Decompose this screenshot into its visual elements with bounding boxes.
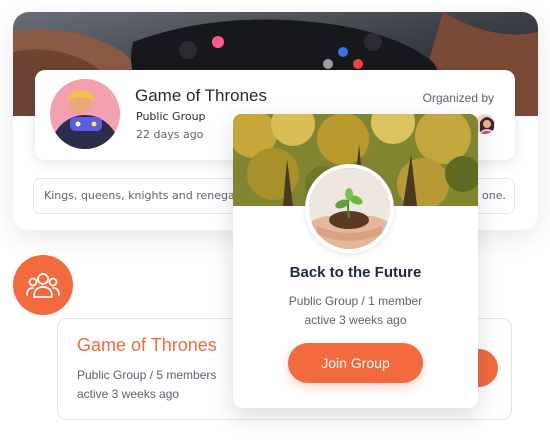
organized-by-label: Organized by bbox=[422, 91, 494, 105]
join-group-button[interactable]: Join Group bbox=[288, 343, 423, 383]
group-badge bbox=[13, 255, 73, 315]
group-type: Public Group bbox=[136, 110, 206, 123]
group-popup-card: Back to the Future Public Group / 1 memb… bbox=[233, 114, 478, 408]
bottom-group-activity: active 3 weeks ago bbox=[77, 387, 180, 401]
bottom-group-title[interactable]: Game of Thrones bbox=[77, 335, 217, 356]
organizer-avatar-icon bbox=[475, 114, 495, 134]
plant-hands-icon bbox=[309, 168, 390, 249]
bottom-group-meta: Public Group / 5 members bbox=[77, 368, 217, 382]
group-avatar bbox=[50, 79, 120, 149]
group-icon bbox=[26, 273, 60, 298]
popup-group-meta: Public Group / 1 member bbox=[288, 294, 423, 308]
popup-group-avatar bbox=[305, 164, 394, 253]
popup-group-title[interactable]: Back to the Future bbox=[233, 264, 478, 281]
popup-group-activity: active 3 weeks ago bbox=[304, 313, 407, 327]
group-title[interactable]: Game of Thrones bbox=[135, 86, 267, 106]
group-created: 22 days ago bbox=[136, 128, 204, 141]
description-text: Kings, queens, knights and renegade bbox=[44, 189, 249, 202]
description-tail: one. bbox=[482, 189, 506, 202]
gamer-avatar-icon bbox=[50, 79, 120, 149]
